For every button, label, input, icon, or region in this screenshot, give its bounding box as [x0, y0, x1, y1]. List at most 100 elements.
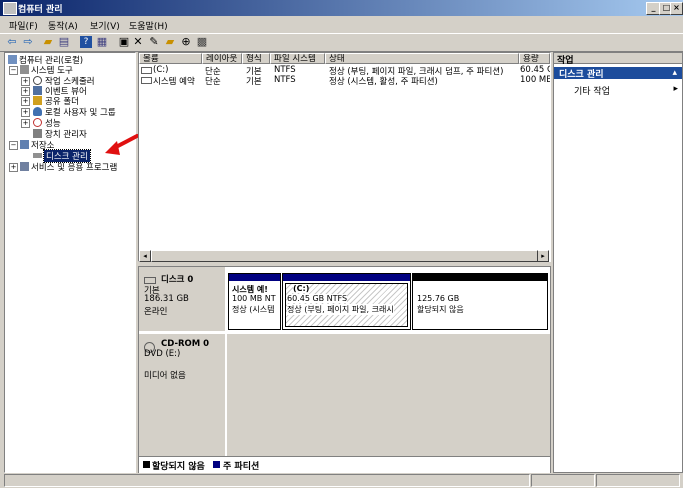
disk-icon	[144, 277, 156, 284]
actions-pane: 작업 디스크 관리 ▴ 기타 작업 ▸	[553, 52, 683, 473]
column-header-layout[interactable]: 레이아웃	[202, 53, 242, 64]
cdrom-status: 미디어 없음	[144, 371, 186, 381]
menu-action[interactable]: 동작(A)	[48, 19, 78, 32]
status-bar	[0, 473, 683, 488]
action-more-actions-label: 기타 작업	[574, 87, 610, 97]
expand-icon[interactable]: +	[21, 87, 30, 96]
clock-icon	[33, 76, 42, 85]
unallocated-swatch	[143, 461, 150, 468]
open-icon[interactable]: ▰	[164, 36, 176, 48]
search-icon[interactable]: ⊕	[180, 36, 192, 48]
volume-file-system: NTFS	[274, 65, 296, 75]
unallocated-bar	[413, 274, 547, 281]
volume-icon	[141, 77, 152, 84]
computer-icon	[8, 55, 17, 64]
performance-icon	[33, 118, 42, 127]
actions-section-disk-management[interactable]: 디스크 관리 ▴	[554, 67, 682, 80]
properties-icon[interactable]: ✎	[148, 36, 160, 48]
menu-bar: 파일(F) 동작(A) 보기(V) 도움말(H)	[0, 17, 683, 32]
status-pane-3	[596, 474, 680, 487]
volume-capacity: 60.45 GE	[520, 65, 550, 75]
partition-status: 정상 (시스템	[232, 305, 275, 314]
menu-file[interactable]: 파일(F)	[9, 19, 38, 32]
column-header-volume[interactable]: 볼륨	[139, 53, 202, 64]
volume-status: 정상 (시스템, 활성, 주 파티션)	[329, 77, 438, 87]
disk0-name: 디스크 0	[161, 275, 194, 285]
partition-c-drive[interactable]: (C:) 60.45 GB NTFS 정상 (부팅, 페이지 파일, 크래시	[282, 273, 411, 330]
collapse-icon[interactable]: −	[9, 141, 18, 150]
status-pane-2	[531, 474, 595, 487]
disk-management-icon	[33, 153, 42, 158]
actions-header: 작업	[554, 53, 682, 66]
title-bar: 컴퓨터 관리 _ □ ×	[0, 0, 683, 16]
expand-icon[interactable]: +	[21, 119, 30, 128]
column-header-type[interactable]: 형식	[242, 53, 270, 64]
partition-size: 125.76 GB	[417, 294, 460, 303]
cdrom-area	[227, 334, 550, 456]
expand-icon[interactable]: +	[9, 163, 18, 172]
forward-icon[interactable]: ⇨	[22, 36, 34, 48]
column-header-status[interactable]: 상태	[325, 53, 519, 64]
expand-icon[interactable]: +	[21, 77, 30, 86]
legend-primary: 주 파티션	[223, 462, 260, 472]
volume-name: 시스템 예약	[153, 77, 195, 87]
volume-list: 볼륨 레이아웃 형식 파일 시스템 상태 용량 (C:) 단순 기본 NTFS …	[138, 52, 551, 262]
cdrom-label[interactable]: CD-ROM 0 DVD (E:) 미디어 없음	[139, 334, 225, 456]
console-tree-icon[interactable]: ▦	[96, 36, 108, 48]
volume-icon	[141, 67, 152, 74]
horizontal-scrollbar[interactable]: ◂ ▸	[139, 250, 549, 262]
volume-file-system: NTFS	[274, 75, 296, 85]
column-header-file-system[interactable]: 파일 시스템	[270, 53, 325, 64]
column-header-capacity[interactable]: 용량	[519, 53, 550, 64]
partition-system-reserved[interactable]: 시스템 예! 100 MB NT 정상 (시스템	[228, 273, 281, 330]
scroll-thumb[interactable]	[151, 250, 538, 262]
volume-layout: 단순	[205, 77, 221, 87]
delete-icon[interactable]: ✕	[132, 36, 144, 48]
computer-management-icon	[3, 2, 17, 15]
legend-unallocated: 할당되지 않음	[152, 462, 205, 472]
action-more-actions[interactable]: 기타 작업 ▸	[574, 84, 678, 97]
storage-icon	[20, 140, 29, 149]
menu-view[interactable]: 보기(V)	[90, 19, 120, 32]
scroll-left-icon[interactable]: ◂	[139, 250, 151, 262]
scroll-right-icon[interactable]: ▸	[537, 250, 549, 262]
primary-partition-bar	[283, 274, 410, 281]
annotation-arrow-icon	[105, 134, 139, 155]
toolbar: ⇦ ⇨ ▰ ▤ ? ▦ ▣ ✕ ✎ ▰ ⊕ ▩	[0, 33, 683, 52]
up-folder-icon[interactable]: ▰	[42, 36, 54, 48]
settings-icon[interactable]: ▩	[196, 36, 208, 48]
partition-status: 정상 (부팅, 페이지 파일, 크래시	[287, 304, 394, 315]
volume-name: (C:)	[153, 65, 169, 75]
partition-status: 할당되지 않음	[417, 305, 464, 314]
expand-icon[interactable]: +	[21, 108, 30, 117]
users-icon	[33, 107, 42, 116]
device-manager-icon	[33, 129, 42, 138]
tools-icon	[20, 65, 29, 74]
actions-section-label: 디스크 관리	[559, 70, 604, 80]
partition-unallocated[interactable]: 125.76 GB 할당되지 않음	[412, 273, 548, 330]
disk0-size: 186.31 GB	[144, 294, 189, 304]
collapse-up-icon[interactable]: ▴	[672, 68, 677, 78]
close-button[interactable]: ×	[670, 2, 683, 15]
collapse-icon[interactable]: −	[9, 66, 18, 75]
status-pane-main	[4, 474, 530, 487]
volume-type: 기본	[246, 77, 262, 87]
disk0-status: 온라인	[144, 307, 168, 317]
disk0-label[interactable]: 디스크 0 기본 186.31 GB 온라인	[139, 267, 225, 331]
disk-icon[interactable]: ▣	[118, 36, 130, 48]
show-hide-tree-icon[interactable]: ▤	[58, 36, 70, 48]
shared-folder-icon	[33, 96, 42, 105]
back-icon[interactable]: ⇦	[6, 36, 18, 48]
menu-help[interactable]: 도움말(H)	[129, 19, 168, 32]
services-icon	[20, 162, 29, 171]
legend: 할당되지 않음 주 파티션	[139, 456, 550, 473]
disk-graphical-view: 디스크 0 기본 186.31 GB 온라인 시스템 예! 100 MB NT …	[138, 266, 551, 473]
partition-size: 60.45 GB NTFS	[287, 294, 348, 303]
volume-capacity: 100 MB	[520, 75, 550, 85]
help-icon[interactable]: ?	[80, 36, 92, 48]
expand-icon[interactable]: +	[21, 97, 30, 106]
partition-name: (C:)	[293, 284, 310, 293]
submenu-arrow-icon: ▸	[673, 84, 678, 94]
primary-swatch	[213, 461, 220, 468]
cdrom-name: CD-ROM 0	[161, 339, 210, 349]
